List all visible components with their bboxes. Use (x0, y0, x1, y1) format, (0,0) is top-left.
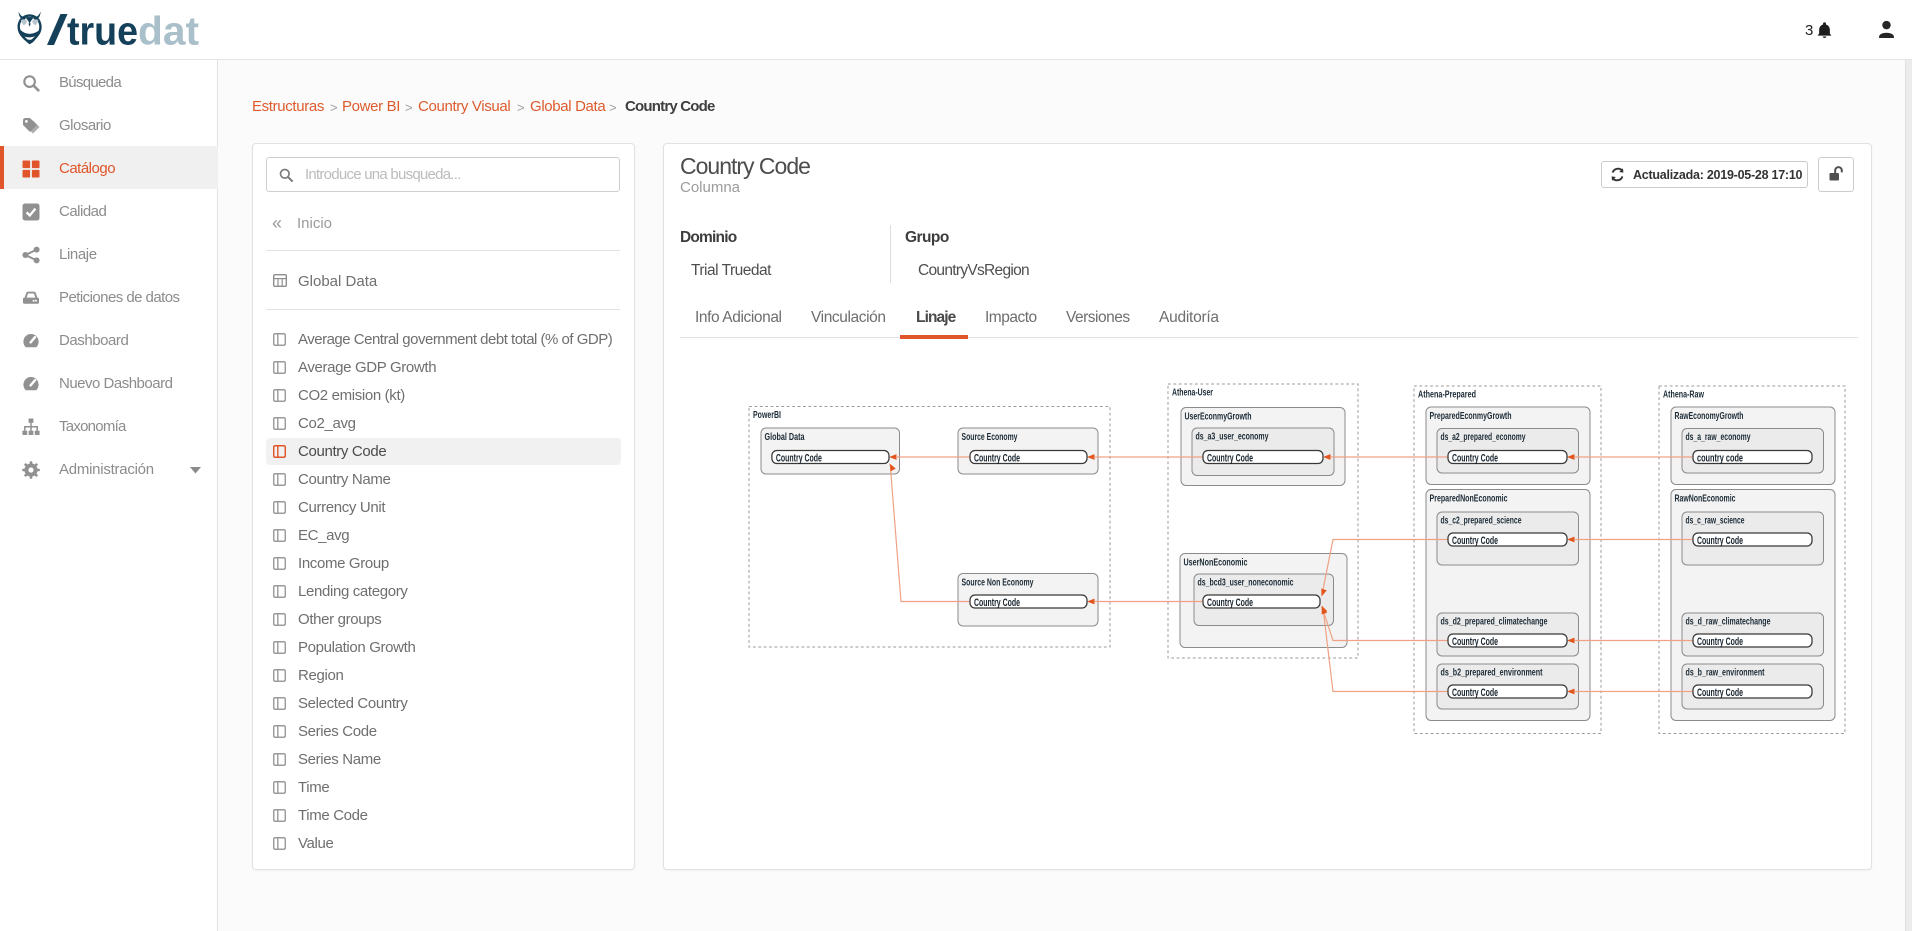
svg-text:Country Code: Country Code (1452, 535, 1498, 547)
svg-text:Country Code: Country Code (1452, 687, 1498, 699)
svg-text:Athena-Raw: Athena-Raw (1663, 389, 1705, 401)
svg-text:ds_a_raw_economy: ds_a_raw_economy (1686, 431, 1751, 443)
svg-text:Global Data: Global Data (765, 431, 805, 443)
svg-text:Country Code: Country Code (1452, 636, 1498, 648)
svg-text:ds_c2_prepared_science: ds_c2_prepared_science (1441, 515, 1522, 527)
svg-text:ds_b2_prepared_environment: ds_b2_prepared_environment (1441, 667, 1543, 679)
svg-text:Country Code: Country Code (974, 597, 1020, 609)
svg-text:ds_c_raw_science: ds_c_raw_science (1686, 515, 1745, 527)
svg-text:Country Code: Country Code (1697, 636, 1743, 648)
svg-text:Country Code: Country Code (974, 453, 1020, 465)
svg-text:ds_a2_prepared_economy: ds_a2_prepared_economy (1441, 431, 1526, 443)
svg-text:Country Code: Country Code (1207, 453, 1253, 465)
svg-text:PreparedNonEconomic: PreparedNonEconomic (1430, 493, 1508, 505)
svg-text:UserNonEconomic: UserNonEconomic (1184, 557, 1248, 569)
svg-text:ds_d2_prepared_climatechange: ds_d2_prepared_climatechange (1441, 616, 1548, 628)
svg-text:ds_b_raw_environment: ds_b_raw_environment (1686, 667, 1765, 679)
svg-text:ds_bcd3_user_noneconomic: ds_bcd3_user_noneconomic (1198, 577, 1294, 589)
svg-text:PowerBI: PowerBI (753, 409, 781, 421)
svg-text:PreparedEconmyGrowth: PreparedEconmyGrowth (1430, 410, 1512, 422)
svg-text:Country Code: Country Code (776, 453, 822, 465)
svg-text:ds_a3_user_economy: ds_a3_user_economy (1196, 431, 1269, 443)
svg-text:Country Code: Country Code (1697, 687, 1743, 699)
svg-text:country code: country code (1697, 453, 1743, 465)
svg-text:RawNonEconomic: RawNonEconomic (1675, 493, 1736, 505)
svg-text:Source Economy: Source Economy (962, 431, 1018, 443)
svg-text:Country Code: Country Code (1452, 453, 1498, 465)
svg-text:ds_d_raw_climatechange: ds_d_raw_climatechange (1686, 616, 1771, 628)
svg-text:Country Code: Country Code (1207, 597, 1253, 609)
svg-text:Country Code: Country Code (1697, 535, 1743, 547)
svg-text:Source Non Economy: Source Non Economy (962, 577, 1034, 589)
svg-text:RawEconomyGrowth: RawEconomyGrowth (1675, 410, 1744, 422)
svg-text:UserEconmyGrowth: UserEconmyGrowth (1185, 411, 1252, 423)
svg-text:Athena-Prepared: Athena-Prepared (1418, 389, 1476, 401)
svg-text:Athena-User: Athena-User (1172, 387, 1213, 399)
